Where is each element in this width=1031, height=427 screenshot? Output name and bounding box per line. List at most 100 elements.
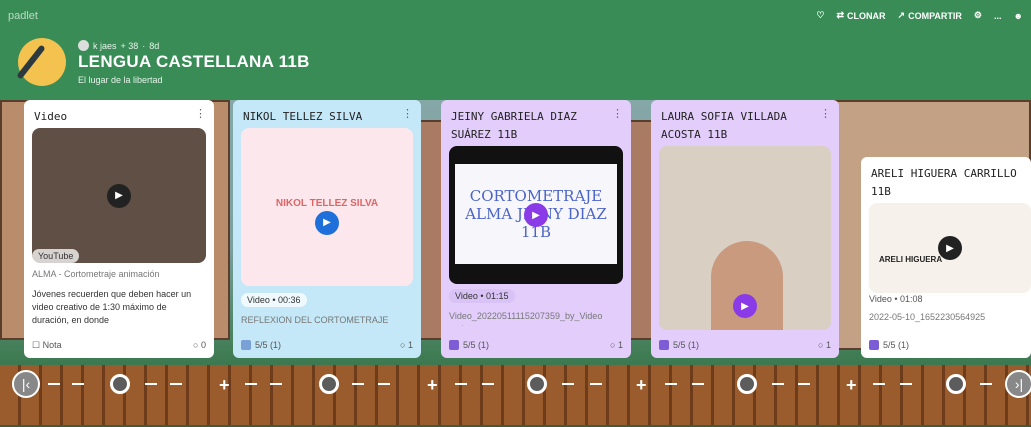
timeline-node[interactable] [737,374,757,394]
gear-icon[interactable]: ⚙ [974,10,982,21]
post-body: Jóvenes recuerden que deben hacer un vid… [32,289,192,325]
thumbnail-text: ARELI HIGUERA [879,255,943,264]
more-icon[interactable]: ⋮ [195,107,206,120]
timeline-dash [772,383,784,385]
toolbar: ♡ ⇄ CLONAR ↗ COMPARTIR ⚙ ... ☻ [816,10,1023,21]
timeline-dash [378,383,390,385]
video-duration: Video • 01:15 [449,289,515,303]
comment-count[interactable]: ○ 1 [818,340,831,350]
timeline-dash [245,383,257,385]
timeline-dash [562,383,574,385]
timeline-node[interactable] [946,374,966,394]
add-post-icon[interactable]: + [219,375,230,396]
board-age: 8d [149,40,160,51]
timeline-dash [482,383,494,385]
timeline-node[interactable] [527,374,547,394]
video-thumbnail[interactable]: ▶ [659,146,831,330]
more-icon[interactable]: ⋮ [612,107,623,120]
rating[interactable]: 5/5 (1) [449,340,489,351]
add-post-icon[interactable]: + [846,375,857,396]
post-caption: 2022-05-10_1652230564925 [869,312,986,322]
play-icon[interactable]: ▶ [938,236,962,260]
timeline-dash [145,383,157,385]
video-thumbnail[interactable]: ▶ [32,128,206,263]
thumbnail-text: NIKOL TELLEZ SILVA [275,198,379,209]
note-icon[interactable]: ☐ Nota [32,340,62,351]
rating[interactable]: 5/5 (1) [241,340,281,351]
board-subtitle: El lugar de la libertad [78,75,163,85]
source-tag: YouTube [32,249,80,263]
author-name[interactable]: k jaes [93,41,117,51]
video-duration: Video • 01:08 [869,294,923,304]
timeline-dash [270,383,282,385]
post-card[interactable]: NIKOL TELLEZ SILVA ⋮ NIKOL TELLEZ SILVA … [233,100,421,358]
timeline-dash [692,383,704,385]
checkbox-icon [449,340,459,351]
play-icon[interactable]: ▶ [733,294,757,319]
comment-count[interactable]: ○ 0 [193,340,206,350]
author-avatar[interactable] [78,40,89,51]
timeline-dash [873,383,885,385]
pen-icon [16,44,46,80]
board-icon [16,38,66,86]
share-button[interactable]: ↗ COMPARTIR [898,10,962,21]
clone-button[interactable]: ⇄ CLONAR [836,10,885,21]
first-page-icon[interactable]: |‹ [12,370,40,398]
background-fence [0,365,1031,425]
post-card[interactable]: JEINY GABRIELA DIAZ SUÁREZ 11B ⋮ CORTOME… [441,100,631,358]
post-footer: ☐ Nota ○ 0 [32,336,206,354]
timeline-dash [900,383,912,385]
padlet-logo[interactable]: padlet [8,10,38,22]
board-header: padlet k jaes + 38 · 8d LENGUA CASTELLAN… [0,0,1031,100]
post-card[interactable]: Video ⋮ ▶ YouTube ALMA - Cortometraje an… [24,100,214,358]
play-icon[interactable]: ▶ [107,183,131,208]
timeline-dash [798,383,810,385]
video-duration: Video • 00:36 [241,293,307,307]
checkbox-icon [241,340,251,351]
post-card[interactable]: LAURA SOFIA VILLADA ACOSTA 11B ⋮ ▶ 5/5 (… [651,100,839,358]
timeline-dash [72,383,84,385]
post-title: ARELI HIGUERA CARRILLO 11B [871,167,1017,198]
heart-icon[interactable]: ♡ [816,10,824,21]
post-source: ALMA - Cortometraje animación [32,269,160,279]
timeline-dash [590,383,602,385]
checkbox-icon [869,340,879,351]
avatar-icon[interactable]: ☻ [1014,11,1023,21]
timeline-dash [48,383,60,385]
video-thumbnail[interactable]: CORTOMETRAJE ALMA JEINY DIAZ 11B ▶ [449,146,623,284]
timeline-node[interactable] [110,374,130,394]
more-icon[interactable]: ⋮ [402,107,413,120]
rating[interactable]: 5/5 (1) [659,340,699,351]
timeline-dash [455,383,467,385]
add-post-icon[interactable]: + [427,375,438,396]
post-footer: 5/5 (1) ○ 1 [659,336,831,354]
timeline-dash [980,383,992,385]
checkbox-icon [659,340,669,351]
comment-count[interactable]: ○ 1 [400,340,413,350]
timeline-node[interactable] [319,374,339,394]
timeline-dash [352,383,364,385]
comment-count[interactable]: ○ 1 [610,340,623,350]
post-caption: REFLEXION DEL CORTOMETRAJE [241,315,389,325]
likes-count: + 38 [120,40,139,51]
clone-icon: ⇄ [836,10,845,20]
video-thumbnail[interactable]: NIKOL TELLEZ SILVA ▶ [241,128,413,286]
post-card[interactable]: ARELI HIGUERA CARRILLO 11B ARELI HIGUERA… [861,157,1031,358]
board-meta: k jaes + 38 · 8d [78,40,159,51]
post-caption: Video_20220511115207359_by_Video maker [449,311,603,326]
share-icon: ↗ [897,10,906,20]
video-thumbnail[interactable]: ARELI HIGUERA ▶ [869,203,1031,293]
timeline-dash [170,383,182,385]
play-icon[interactable]: ▶ [315,210,339,235]
post-footer: 5/5 (1) [869,336,1023,354]
board-title: LENGUA CASTELLANA 11B [78,52,310,71]
last-page-icon[interactable]: ›| [1005,370,1031,398]
play-icon[interactable]: ▶ [524,203,548,227]
post-footer: 5/5 (1) ○ 1 [449,336,623,354]
post-footer: 5/5 (1) ○ 1 [241,336,413,354]
more-button[interactable]: ... [994,11,1002,21]
rating[interactable]: 5/5 (1) [869,340,909,351]
add-post-icon[interactable]: + [636,375,647,396]
more-icon[interactable]: ⋮ [820,107,831,120]
timeline-dash [665,383,677,385]
